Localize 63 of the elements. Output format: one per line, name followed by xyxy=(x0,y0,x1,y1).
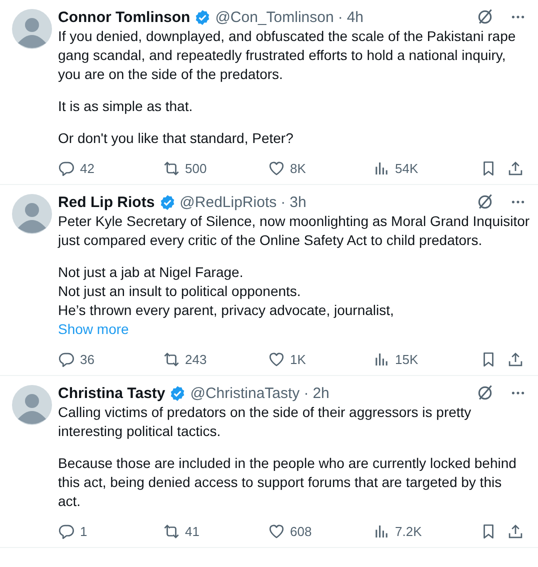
author-handle[interactable]: @ChristinaTasty xyxy=(190,384,300,402)
repost-icon[interactable] xyxy=(163,350,180,368)
heart-icon[interactable] xyxy=(268,350,285,368)
avatar[interactable] xyxy=(12,194,52,234)
post-text-line: gang scandal, and repeatedly frustrated efforts to hold a national inquiry, xyxy=(58,46,506,65)
reply-icon[interactable] xyxy=(58,350,75,368)
slashed-circle-icon[interactable] xyxy=(476,8,494,26)
post-text-line: act. xyxy=(58,492,81,511)
separator-dot: · xyxy=(304,384,309,402)
author-name[interactable]: Red Lip Riots xyxy=(58,194,155,210)
view-count: 7.2K xyxy=(395,524,422,538)
post-text-line: you are on the side of the predators. xyxy=(58,65,283,84)
repost-count: 500 xyxy=(185,160,207,176)
post-text-line: interesting political tactics. xyxy=(58,422,221,441)
share-icon[interactable] xyxy=(507,522,524,540)
author-handle[interactable]: @RedLipRiots xyxy=(180,194,277,210)
reply-icon[interactable] xyxy=(58,160,75,176)
post-text-line: Calling victims of predators on the side of their aggressors is pretty xyxy=(58,403,472,422)
slashed-circle-icon[interactable] xyxy=(476,384,494,402)
bar-chart-icon[interactable] xyxy=(373,160,390,176)
post-text-line: He’s thrown every parent, privacy advocate, journalist, xyxy=(58,301,394,320)
reply-count: 42 xyxy=(80,160,94,176)
bar-chart-icon[interactable] xyxy=(373,522,390,540)
author-name[interactable]: Christina Tasty xyxy=(58,384,166,402)
repost-icon[interactable] xyxy=(163,160,180,176)
heart-icon[interactable] xyxy=(268,160,285,176)
reply-icon[interactable] xyxy=(58,522,75,540)
like-count: 608 xyxy=(290,524,312,538)
view-count: 15K xyxy=(395,352,418,366)
post-time[interactable]: 2h xyxy=(312,384,330,402)
bar-chart-icon[interactable] xyxy=(373,350,390,368)
repost-count: 243 xyxy=(185,352,207,366)
post-text-line: Not just an insult to political opponents. xyxy=(58,282,301,301)
repost-icon[interactable] xyxy=(163,522,180,540)
repost-count: 41 xyxy=(185,524,200,538)
like-count: 8K xyxy=(290,160,306,176)
separator-dot: · xyxy=(338,8,343,26)
reply-count: 36 xyxy=(80,352,94,366)
more-icon[interactable] xyxy=(510,199,526,205)
slashed-circle-icon[interactable] xyxy=(476,193,494,211)
share-icon[interactable] xyxy=(507,350,524,368)
post-text-line: Because those are included in the people who are currently locked behind xyxy=(58,454,516,473)
more-icon[interactable] xyxy=(510,390,526,396)
post-text-line: just compared every critic of the Online Safety Act to child predators. xyxy=(58,231,482,250)
author-name[interactable]: Connor Tomlinson xyxy=(58,8,190,26)
post-time[interactable]: 4h xyxy=(346,8,364,26)
post-time[interactable]: 3h xyxy=(290,194,306,210)
post-text-line: Peter Kyle Secretary of Silence, now moonlighting as Moral Grand Inquisitor xyxy=(58,212,530,231)
view-count: 54K xyxy=(395,160,418,176)
author-handle[interactable]: @Con_Tomlinson xyxy=(215,8,334,26)
post-text-line: If you denied, downplayed, and obfuscated the scale of the Pakistani rape xyxy=(58,27,516,46)
avatar[interactable] xyxy=(12,9,52,49)
post-text-line: Or don't you like that standard, Peter? xyxy=(58,129,294,148)
avatar[interactable] xyxy=(12,385,52,425)
post-text-line: Not just a jab at Nigel Farage. xyxy=(58,263,244,282)
separator-dot: · xyxy=(280,194,286,210)
share-icon[interactable] xyxy=(507,160,524,176)
more-icon[interactable] xyxy=(510,14,526,20)
like-count: 1K xyxy=(290,352,306,366)
reply-count: 1 xyxy=(80,524,88,538)
post-text-line: It is as simple as that. xyxy=(58,97,193,116)
post-text-line: this act, being denied access to support forums that are targeted by this xyxy=(58,473,502,492)
heart-icon[interactable] xyxy=(268,522,285,540)
